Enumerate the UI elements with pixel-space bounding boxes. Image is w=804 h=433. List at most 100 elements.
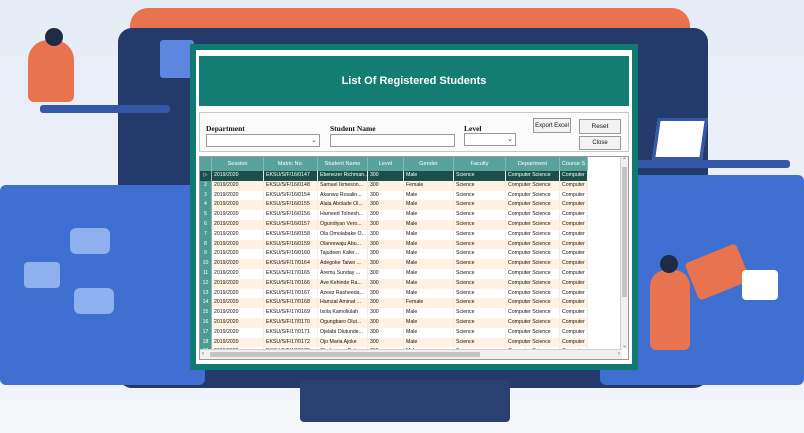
table-cell-dept: Computer Science — [506, 180, 560, 191]
column-header[interactable]: Gender — [404, 157, 454, 171]
table-cell-course: Computer — [560, 298, 588, 309]
table-cell-name: Ave Kehinde Ra... — [318, 278, 368, 289]
table-row[interactable]: 18 2019/2020 EKSU/S/F/17/0172 Ojo Maria Ajo… — [200, 337, 588, 348]
scroll-down-icon[interactable]: ⌄ — [622, 342, 627, 349]
level-select[interactable]: ⌄ — [464, 133, 516, 146]
filter-panel: Department ⌄ Student Name Level ⌄ Export… — [199, 112, 629, 152]
table-row[interactable]: 9 2019/2020 EKSU/S/F/16/0160 Tajudeen Kafer… — [200, 249, 588, 260]
row-number[interactable]: 9 — [200, 249, 212, 260]
department-select[interactable]: ⌄ — [206, 134, 320, 147]
table-cell-matric: EKSU/S/F/16/0154 — [264, 190, 318, 201]
export-excel-button[interactable]: Export Excel — [533, 118, 571, 133]
column-header[interactable]: Level — [368, 157, 404, 171]
table-row[interactable]: 13 2019/2020 EKSU/S/F/17/0167 Azeez Rasheed… — [200, 288, 588, 299]
table-cell-name: Ojelabi Olutunde... — [318, 327, 368, 338]
table-cell-course: Computer — [560, 259, 588, 269]
table-cell-level: 300 — [368, 259, 404, 269]
scroll-up-icon[interactable]: ⌃ — [622, 157, 627, 164]
vertical-scrollbar[interactable]: ⌃ ⌄ — [620, 157, 628, 349]
table-cell-level: 300 — [368, 200, 404, 211]
row-number[interactable]: 18 — [200, 337, 212, 348]
person-head-right — [660, 255, 678, 273]
scroll-left-icon[interactable]: ‹ — [202, 351, 204, 357]
row-number[interactable]: 11 — [200, 268, 212, 279]
table-cell-dept: Computer Science — [506, 210, 560, 220]
column-header[interactable]: Student Name — [318, 157, 368, 171]
chat-bubble-icon — [70, 228, 110, 254]
table-cell-gender: Male — [404, 171, 454, 181]
close-button[interactable]: Close — [579, 136, 621, 150]
table-cell-faculty: Science — [454, 229, 506, 240]
table-row[interactable]: ▷ 2019/2020 EKSU/S/F/16/0147 Ebenezer Richm… — [200, 171, 588, 181]
table-cell-level: 300 — [368, 298, 404, 309]
column-header[interactable]: Matric No. — [264, 157, 318, 171]
table-row[interactable]: 17 2019/2020 EKSU/S/F/17/0171 Ojelabi Olutu… — [200, 327, 588, 338]
row-number[interactable]: ▷ — [200, 171, 212, 181]
table-row[interactable]: 15 2019/2020 EKSU/S/F/17/0169 Isola Kamoliu… — [200, 308, 588, 318]
window-header: List Of Registered Students — [199, 56, 629, 106]
table-cell-name: Akanwu Rosalin... — [318, 190, 368, 201]
table-row[interactable]: 11 2019/2020 EKSU/S/F/17/0165 Aremu Sunday … — [200, 268, 588, 279]
table-row[interactable]: 6 2019/2020 EKSU/S/F/16/0157 Ogundiyan Vero… — [200, 219, 588, 230]
table-cell-dept: Computer Science — [506, 317, 560, 328]
row-number[interactable]: 7 — [200, 229, 212, 240]
table-cell-name: Samuel Ikmeson... — [318, 180, 368, 191]
chevron-down-icon: ⌄ — [311, 137, 317, 144]
table-cell-course: Computer — [560, 317, 588, 328]
scroll-right-icon[interactable]: › — [618, 351, 620, 357]
monitor-stand — [300, 380, 510, 422]
row-number[interactable]: 13 — [200, 288, 212, 299]
horizontal-scrollbar[interactable]: ‹ › — [200, 349, 622, 359]
student-name-input[interactable] — [330, 134, 455, 147]
table-cell-name: Hameed Tolnesh... — [318, 210, 368, 220]
row-number[interactable]: 12 — [200, 278, 212, 289]
table-cell-dept: Computer Science — [506, 327, 560, 338]
table-row[interactable]: 5 2019/2020 EKSU/S/F/16/0156 Hameed Tolnesh… — [200, 210, 588, 220]
row-number[interactable]: 3 — [200, 190, 212, 201]
table-cell-level: 300 — [368, 190, 404, 201]
table-row[interactable]: 3 2019/2020 EKSU/S/F/16/0154 Akanwu Rosalin… — [200, 190, 588, 201]
table-cell-course: Computer — [560, 180, 588, 191]
vertical-scroll-thumb[interactable] — [622, 167, 627, 297]
table-cell-course: Computer — [560, 308, 588, 318]
row-number[interactable]: 5 — [200, 210, 212, 220]
table-cell-level: 300 — [368, 239, 404, 250]
row-number[interactable]: 2 — [200, 180, 212, 191]
table-cell-matric: EKSU/S/F/17/0166 — [264, 278, 318, 289]
table-cell-faculty: Science — [454, 190, 506, 201]
row-number[interactable]: 14 — [200, 298, 212, 309]
row-number[interactable]: 15 — [200, 308, 212, 318]
table-cell-level: 300 — [368, 327, 404, 338]
table-row[interactable]: 14 2019/2020 EKSU/S/F/17/0168 Hamzat Aminat… — [200, 298, 588, 309]
table-cell-name: Olanrewaju Abu... — [318, 239, 368, 250]
row-number[interactable]: 17 — [200, 327, 212, 338]
table-cell-gender: Male — [404, 308, 454, 318]
table-cell-gender: Male — [404, 239, 454, 250]
table-cell-dept: Computer Science — [506, 171, 560, 181]
table-row[interactable]: 4 2019/2020 EKSU/S/F/16/0155 Alala Abolade … — [200, 200, 588, 211]
column-header[interactable]: Faculty — [454, 157, 506, 171]
table-cell-matric: EKSU/S/F/16/0155 — [264, 200, 318, 211]
table-cell-dept: Computer Science — [506, 288, 560, 299]
table-cell-faculty: Science — [454, 327, 506, 338]
table-row[interactable]: 16 2019/2020 EKSU/S/F/17/0170 Ogungbaro Olu… — [200, 317, 588, 328]
horizontal-scroll-thumb[interactable] — [210, 352, 480, 357]
column-header[interactable]: Course S — [560, 157, 588, 171]
reset-button[interactable]: Reset — [579, 119, 621, 134]
students-table[interactable]: Session Matric No. Student Name Level Gender… — [199, 156, 629, 360]
row-number[interactable]: 6 — [200, 219, 212, 230]
table-row[interactable]: 2 2019/2020 EKSU/S/F/16/0148 Samuel Ikmeson… — [200, 180, 588, 191]
table-row[interactable]: 12 2019/2020 EKSU/S/F/17/0166 Ave Kehinde R… — [200, 278, 588, 289]
table-cell-dept: Computer Science — [506, 259, 560, 269]
table-cell-name: Isola Kamoliulah — [318, 308, 368, 318]
table-row[interactable]: 8 2019/2020 EKSU/S/F/16/0159 Olanrewaju Abu… — [200, 239, 588, 250]
table-row[interactable]: 10 2019/2020 EKSU/S/F/17/0164 Adegoke Taiwo… — [200, 259, 588, 269]
table-row[interactable]: 7 2019/2020 EKSU/S/F/16/0158 Ola Omolabake … — [200, 229, 588, 240]
row-number[interactable]: 4 — [200, 200, 212, 211]
column-header[interactable]: Session — [212, 157, 264, 171]
row-number[interactable]: 8 — [200, 239, 212, 250]
row-number[interactable]: 16 — [200, 317, 212, 328]
table-cell-dept: Computer Science — [506, 200, 560, 211]
row-number[interactable]: 10 — [200, 259, 212, 269]
column-header[interactable]: Department — [506, 157, 560, 171]
